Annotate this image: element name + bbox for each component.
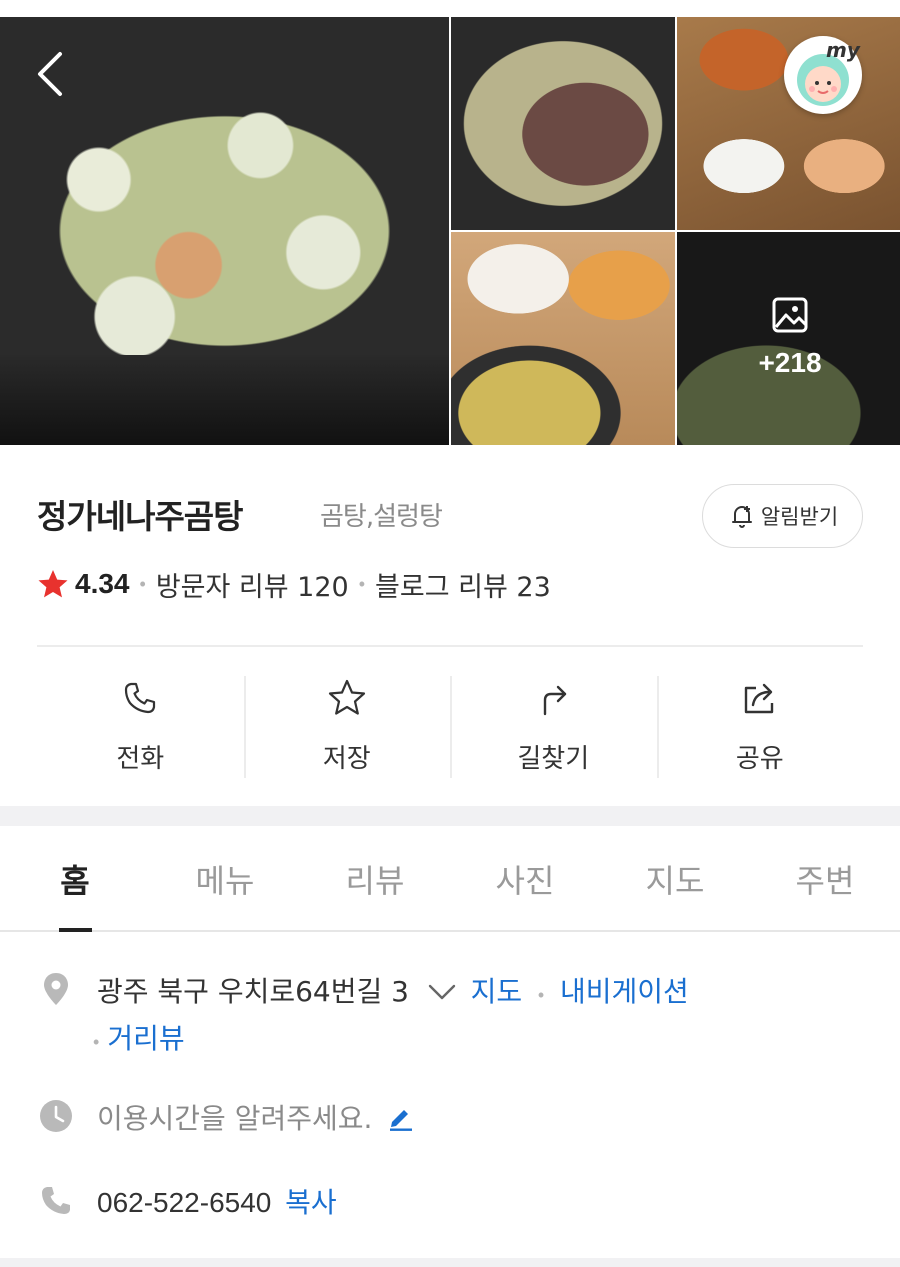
map-link[interactable]: 지도 bbox=[471, 975, 523, 1008]
section-separator bbox=[0, 1258, 900, 1267]
my-avatar[interactable]: my bbox=[784, 36, 862, 114]
address-row: 광주 북구 우치로64번길 3 지도 • 내비게이션 • 거리뷰 bbox=[37, 970, 863, 1064]
address-text: 광주 북구 우치로64번길 3 bbox=[97, 975, 409, 1008]
place-name: 정가네나주곰탕 bbox=[37, 497, 244, 536]
hours-prompt[interactable]: 이용시간을 알려주세요. bbox=[97, 1102, 372, 1135]
directions-label: 길찾기 bbox=[517, 744, 590, 774]
tab-review[interactable]: 리뷰 bbox=[300, 826, 450, 930]
phone-icon bbox=[125, 682, 156, 714]
separator-dot: • bbox=[93, 1032, 100, 1052]
hours-row: 이용시간을 알려주세요. bbox=[37, 1097, 863, 1141]
alarm-label: 알림받기 bbox=[760, 505, 839, 529]
chevron-down-icon[interactable] bbox=[427, 982, 457, 1002]
divider bbox=[37, 645, 863, 647]
more-photos-count: +218 bbox=[758, 347, 822, 378]
save-button[interactable]: 저장 bbox=[243, 672, 451, 782]
separator-dot: • bbox=[139, 573, 146, 594]
copy-phone-link[interactable]: 복사 bbox=[285, 1186, 337, 1219]
photo-thumbnail[interactable] bbox=[451, 17, 675, 230]
route-arrow-icon bbox=[544, 685, 567, 716]
clock-icon bbox=[40, 1100, 72, 1132]
section-separator bbox=[0, 806, 900, 826]
separator-dot: • bbox=[358, 573, 366, 594]
directions-button[interactable]: 길찾기 bbox=[450, 672, 657, 782]
star-filled-icon bbox=[38, 570, 68, 598]
image-icon bbox=[772, 297, 808, 333]
visitor-review-link[interactable]: 방문자 리뷰 120 bbox=[156, 565, 349, 604]
rating-row: 4.34 • 방문자 리뷰 120 • 블로그 리뷰 23 bbox=[37, 562, 551, 606]
tab-map[interactable]: 지도 bbox=[600, 826, 750, 930]
share-icon bbox=[744, 683, 773, 714]
bell-plus-icon bbox=[731, 506, 752, 528]
tab-menu[interactable]: 메뉴 bbox=[150, 826, 300, 930]
photo-gallery bbox=[0, 17, 900, 445]
tab-bar: 홈 메뉴 리뷰 사진 지도 주변 bbox=[0, 826, 900, 932]
star-outline-icon bbox=[328, 679, 365, 715]
call-button[interactable]: 전화 bbox=[37, 672, 244, 782]
phone-row: 062-522-6540 복사 bbox=[37, 1181, 863, 1225]
call-label: 전화 bbox=[116, 744, 165, 774]
photo-thumbnail[interactable] bbox=[451, 232, 675, 445]
save-label: 저장 bbox=[322, 744, 371, 774]
more-photos-overlay[interactable]: +218 bbox=[740, 295, 840, 379]
action-bar: 전화 저장 길찾기 공유 bbox=[37, 672, 863, 782]
chevron-left-icon bbox=[38, 52, 62, 96]
phone-icon bbox=[42, 1187, 70, 1214]
place-category: 곰탕,설렁탕 bbox=[320, 502, 443, 532]
place-header: 정가네나주곰탕 곰탕,설렁탕 알림받기 bbox=[37, 484, 863, 548]
avatar-label: my bbox=[826, 38, 860, 62]
share-label: 공유 bbox=[735, 744, 784, 774]
blog-review-link[interactable]: 블로그 리뷰 23 bbox=[375, 565, 551, 604]
pencil-icon[interactable] bbox=[386, 1102, 416, 1132]
street-view-link[interactable]: 거리뷰 bbox=[107, 1022, 184, 1055]
navigation-link[interactable]: 내비게이션 bbox=[560, 975, 689, 1008]
phone-number[interactable]: 062-522-6540 bbox=[97, 1187, 271, 1218]
rating-score: 4.34 bbox=[75, 568, 130, 599]
tab-photo[interactable]: 사진 bbox=[450, 826, 600, 930]
share-button[interactable]: 공유 bbox=[656, 672, 864, 782]
separator-dot: • bbox=[537, 985, 545, 1005]
back-button[interactable] bbox=[30, 48, 72, 100]
alarm-button[interactable]: 알림받기 bbox=[702, 484, 863, 548]
location-pin-icon bbox=[44, 973, 68, 1005]
tab-nearby[interactable]: 주변 bbox=[750, 826, 900, 930]
tab-home[interactable]: 홈 bbox=[0, 826, 150, 932]
